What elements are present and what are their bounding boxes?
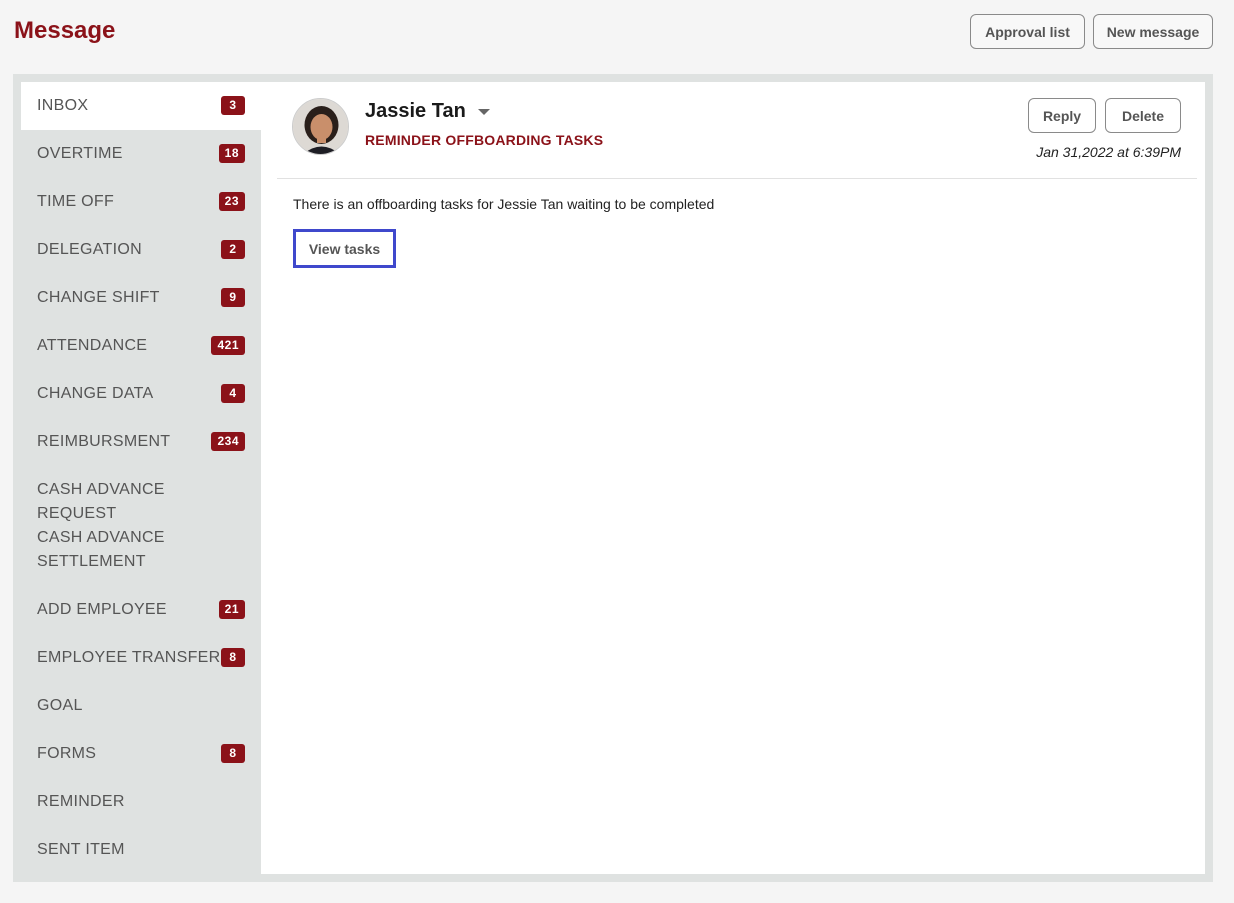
sidebar-item-label: ADD EMPLOYEE: [37, 601, 167, 618]
sidebar-item-employee-transfer[interactable]: EMPLOYEE TRANSFER 8: [21, 646, 261, 670]
message-panel: INBOX 3 OVERTIME 18 TIME OFF 23 DELEGATI…: [13, 74, 1213, 882]
sidebar-item-inbox[interactable]: INBOX 3: [21, 82, 261, 130]
count-badge: 234: [211, 432, 245, 451]
sidebar-item-change-data[interactable]: CHANGE DATA 4: [21, 382, 261, 406]
sidebar-item-reimbursment[interactable]: REIMBURSMENT 234: [21, 430, 261, 454]
sender-name: Jassie Tan: [365, 100, 490, 123]
sidebar-item-sent-item[interactable]: SENT ITEM: [21, 838, 261, 862]
message-body: There is an offboarding tasks for Jessie…: [293, 196, 715, 212]
avatar: [292, 98, 349, 155]
count-badge: 23: [218, 192, 245, 211]
sidebar-item-label: CHANGE SHIFT: [37, 289, 160, 306]
sidebar-item-delegation[interactable]: DELEGATION 2: [21, 238, 261, 262]
approval-list-button[interactable]: Approval list: [970, 14, 1085, 49]
count-badge: 8: [221, 648, 245, 667]
sidebar-item-reminder[interactable]: REMINDER: [21, 790, 261, 814]
sidebar-item-label: REMINDER: [37, 793, 125, 810]
count-badge: 2: [221, 240, 245, 259]
sidebar-item-cash-advance-request[interactable]: CASH ADVANCE REQUEST: [21, 478, 261, 526]
sidebar-item-forms[interactable]: FORMS 8: [21, 742, 261, 766]
count-badge: 421: [211, 336, 245, 355]
message-date: Jan 31,2022 at 6:39PM: [1036, 144, 1181, 160]
sidebar-item-label: CHANGE DATA: [37, 385, 154, 402]
count-badge: 9: [221, 288, 245, 307]
sidebar-item-attendance[interactable]: ATTENDANCE 421: [21, 334, 261, 358]
delete-button[interactable]: Delete: [1105, 98, 1181, 133]
sidebar-item-label: REIMBURSMENT: [37, 433, 171, 450]
sidebar-item-add-employee[interactable]: ADD EMPLOYEE 21: [21, 598, 261, 622]
reply-button[interactable]: Reply: [1028, 98, 1096, 133]
sidebar-item-goal[interactable]: GOAL: [21, 694, 261, 718]
sidebar: INBOX 3 OVERTIME 18 TIME OFF 23 DELEGATI…: [21, 82, 261, 874]
sidebar-item-label: INBOX: [37, 97, 89, 114]
count-badge: 18: [218, 144, 245, 163]
sidebar-item-label: SENT ITEM: [37, 841, 125, 858]
divider: [277, 178, 1197, 179]
sidebar-item-label: EMPLOYEE TRANSFER: [37, 649, 221, 666]
sidebar-item-overtime[interactable]: OVERTIME 18: [21, 142, 261, 166]
view-tasks-button[interactable]: View tasks: [293, 229, 396, 268]
caret-down-icon[interactable]: [477, 108, 490, 115]
sidebar-item-label: ATTENDANCE: [37, 337, 148, 354]
sidebar-item-label: DELEGATION: [37, 241, 142, 258]
sidebar-item-change-shift[interactable]: CHANGE SHIFT 9: [21, 286, 261, 310]
sidebar-item-label: GOAL: [37, 697, 83, 714]
sidebar-item-label: TIME OFF: [37, 193, 115, 210]
message-subject: REMINDER OFFBOARDING TASKS: [365, 132, 604, 148]
sidebar-item-cash-advance-settlement[interactable]: CASH ADVANCE SETTLEMENT: [21, 526, 261, 574]
person-icon: [293, 99, 348, 154]
sidebar-item-label: OVERTIME: [37, 145, 123, 162]
sender-label: Jassie Tan: [365, 100, 466, 122]
sidebar-item-time-off[interactable]: TIME OFF 23: [21, 190, 261, 214]
count-badge: 3: [221, 96, 245, 115]
page-title: Message: [14, 17, 116, 44]
message-view: Jassie Tan REMINDER OFFBOARDING TASKS Re…: [261, 82, 1205, 874]
new-message-button[interactable]: New message: [1093, 14, 1213, 49]
sidebar-item-label: CASH ADVANCE REQUEST: [37, 481, 165, 522]
sidebar-item-label: CASH ADVANCE SETTLEMENT: [37, 529, 165, 570]
count-badge: 21: [218, 600, 245, 619]
count-badge: 4: [221, 384, 245, 403]
count-badge: 8: [221, 744, 245, 763]
sidebar-item-label: FORMS: [37, 745, 97, 762]
